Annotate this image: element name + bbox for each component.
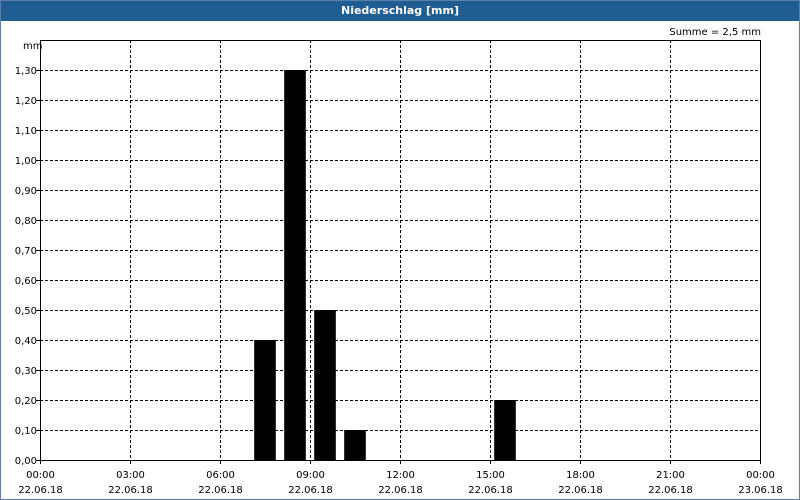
x-tick-date: 22.06.18 [18, 485, 63, 496]
x-tick-time: 00:00 [746, 470, 775, 481]
x-tick-time: 12:00 [386, 470, 415, 481]
bar [494, 400, 516, 460]
x-tick-time: 15:00 [476, 470, 505, 481]
x-tick-date: 22.06.18 [378, 485, 423, 496]
x-tick-date: 23.06.18 [738, 485, 783, 496]
y-tick-label: 0,70 [15, 246, 37, 257]
y-tick-label: 1,20 [15, 96, 37, 107]
y-tick-label: 0,80 [15, 216, 37, 227]
bar [314, 310, 336, 460]
x-tick-date: 22.06.18 [288, 485, 333, 496]
x-tick-time: 09:00 [296, 470, 325, 481]
x-tick-date: 22.06.18 [198, 485, 243, 496]
bar [344, 430, 366, 460]
y-tick-label: 1,30 [15, 66, 37, 77]
x-tick-date: 22.06.18 [468, 485, 513, 496]
x-tick-time: 00:00 [26, 470, 55, 481]
grid-lines [36, 40, 761, 464]
y-tick-label: 1,00 [15, 156, 37, 167]
y-tick-label: 0,60 [15, 276, 37, 287]
bar-series [254, 70, 516, 460]
x-tick-labels: 00:00 22.06.18 03:00 22.06.18 06:00 22.06.18 0… [18, 470, 783, 496]
bar [284, 70, 306, 460]
y-tick-label: 1,10 [15, 126, 37, 137]
x-tick-date: 22.06.18 [648, 485, 693, 496]
x-tick-date: 22.06.18 [108, 485, 153, 496]
x-tick-time: 21:00 [656, 470, 685, 481]
y-tick-label: 0,00 [15, 456, 37, 467]
bar [254, 340, 276, 460]
y-tick-labels: 0,00 0,10 0,20 0,30 0,40 0,50 0,60 0,70 0,80 0,90… [15, 66, 37, 467]
y-tick-label: 0,30 [15, 366, 37, 377]
y-tick-label: 0,10 [15, 426, 37, 437]
y-tick-label: 0,20 [15, 396, 37, 407]
x-tick-time: 18:00 [566, 470, 595, 481]
precipitation-chart: 0,00 0,10 0,20 0,30 0,40 0,50 0,60 0,70 0,80 0,90… [15, 40, 783, 496]
y-tick-label: 0,50 [15, 306, 37, 317]
x-tick-date: 22.06.18 [558, 485, 603, 496]
y-tick-label: 0,40 [15, 336, 37, 347]
y-tick-label: 0,90 [15, 186, 37, 197]
x-tick-time: 03:00 [116, 470, 145, 481]
x-tick-time: 06:00 [206, 470, 235, 481]
